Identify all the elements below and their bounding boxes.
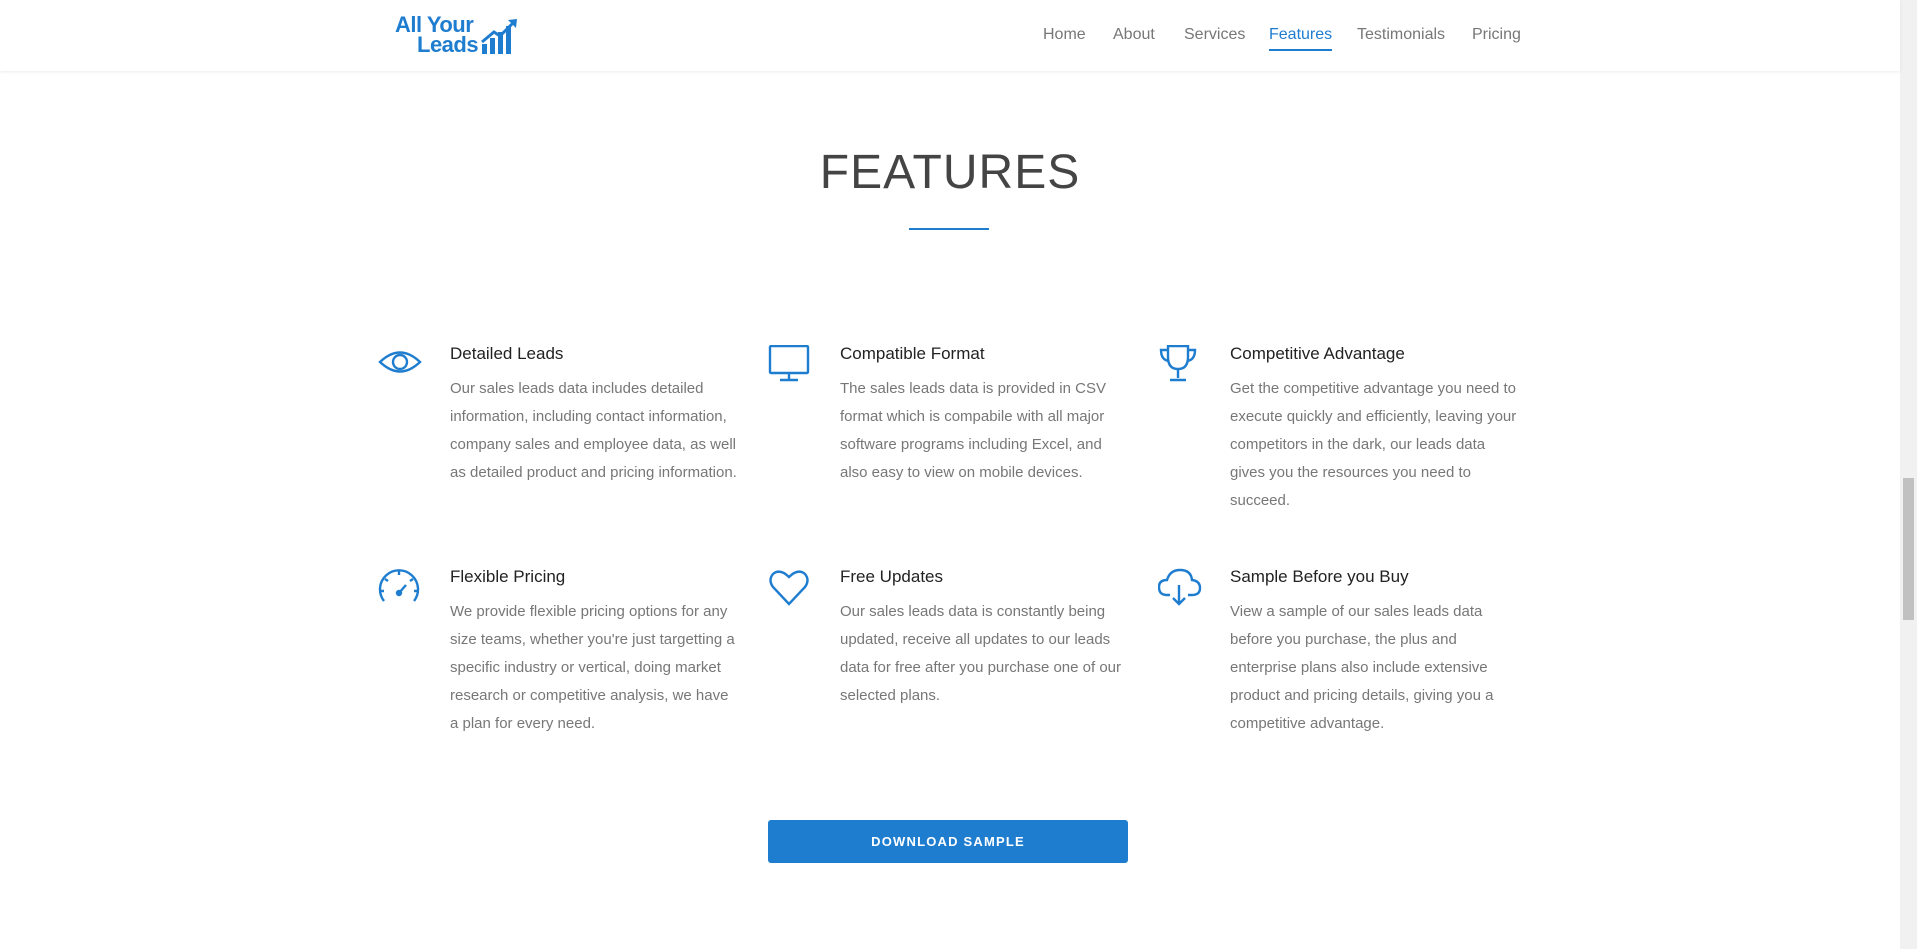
heart-icon xyxy=(769,570,809,606)
eye-icon xyxy=(378,351,422,373)
feature-title: Competitive Advantage xyxy=(1230,344,1405,363)
feature-description: We provide flexible pricing options for … xyxy=(450,603,735,732)
monitor-icon xyxy=(768,345,810,382)
feature-title: Sample Before you Buy xyxy=(1230,567,1409,586)
download-sample-button[interactable]: DOWNLOAD SAMPLE xyxy=(768,820,1128,863)
feature-title: Compatible Format xyxy=(840,344,985,363)
nav-features[interactable]: Features xyxy=(1269,25,1333,51)
feature-flexible-pricing: Flexible Pricing We provide flexible pri… xyxy=(378,567,735,758)
nav-home[interactable]: Home xyxy=(1043,25,1086,49)
page-scrollbar[interactable] xyxy=(1900,0,1917,949)
nav-pricing[interactable]: Pricing xyxy=(1472,25,1521,49)
cloud-download-icon xyxy=(1158,568,1202,606)
feature-title: Detailed Leads xyxy=(450,344,564,363)
scrollbar-thumb[interactable] xyxy=(1903,478,1914,620)
feature-title: Flexible Pricing xyxy=(450,567,566,586)
feature-description: View a sample of our sales leads data be… xyxy=(1230,603,1494,732)
feature-competitive-advantage: Competitive Advantage Get the competitiv… xyxy=(1158,344,1516,535)
trophy-icon xyxy=(1159,345,1197,382)
main-nav: Home About Services Features Testimonial… xyxy=(0,25,1900,51)
feature-description: Get the competitive advantage you need t… xyxy=(1230,380,1517,509)
feature-free-updates: Free Updates Our sales leads data is con… xyxy=(768,567,1121,758)
feature-title: Free Updates xyxy=(840,567,943,586)
top-navbar: All Your Leads Home About Services Featu… xyxy=(0,0,1900,71)
feature-detailed-leads: Detailed Leads Our sales leads data incl… xyxy=(378,344,737,535)
feature-sample-before-buy: Sample Before you Buy View a sample of o… xyxy=(1158,567,1508,758)
nav-about[interactable]: About xyxy=(1113,25,1155,49)
nav-services[interactable]: Services xyxy=(1184,25,1245,49)
feature-description: The sales leads data is provided in CSV … xyxy=(840,380,1106,481)
feature-description: Our sales leads data is constantly being… xyxy=(840,603,1122,704)
section-title: FEATURES xyxy=(819,146,1081,199)
speedometer-icon xyxy=(378,569,420,602)
feature-description: Our sales leads data includes detailed i… xyxy=(450,380,737,481)
feature-compatible-format: Compatible Format The sales leads data i… xyxy=(768,344,1118,535)
nav-testimonials[interactable]: Testimonials xyxy=(1357,25,1445,49)
title-divider xyxy=(909,228,989,230)
